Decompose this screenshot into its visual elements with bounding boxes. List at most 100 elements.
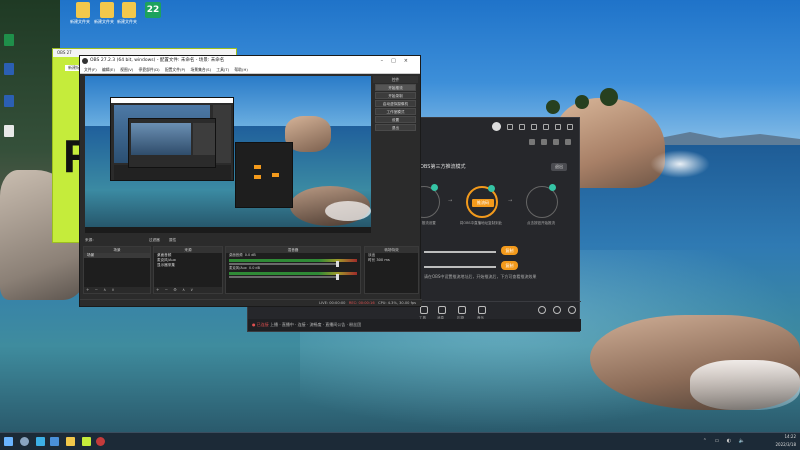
dock-title: 控件 [373,76,418,83]
sources-dock: 来源 桌面音频 麦克风/Aux 显示器采集 + − ⚙ ∧ ∨ [153,246,223,294]
mail-icon[interactable] [507,123,513,130]
dock-actions[interactable]: + − ⚙ ∧ ∨ [154,287,222,293]
search-icon[interactable] [20,437,29,446]
system-clock[interactable]: 14:22 2022/3/18 [775,433,796,449]
obs-window: OBS 27.2.3 (64 bit, windows) - 配置文件: 未命名… [79,55,422,307]
maximize-icon[interactable] [555,123,561,130]
mode-title: OBS第三方推流模式 [420,164,466,170]
start-recording-button[interactable]: 开始录制 [375,92,416,99]
stream-key-button[interactable]: 推流码 [472,199,494,207]
home-icon[interactable] [553,139,559,145]
check-icon [488,185,495,192]
tray-icons[interactable]: ⌃ ▭ ◐ 🔈 [703,438,748,444]
menu-item-edit[interactable]: 编辑(E) [102,67,115,72]
stream-key-field[interactable] [424,266,496,268]
excel-icon[interactable] [4,34,14,46]
volume-slider[interactable] [229,261,339,267]
app-22-taskbar-icon[interactable] [82,437,91,446]
close-icon[interactable] [567,123,573,130]
settings-button[interactable]: 设置 [375,116,416,123]
app-22-icon[interactable]: 22 [145,2,161,18]
menu-icon[interactable] [531,123,537,130]
gift-icon[interactable] [458,306,466,314]
wallpaper-tree [546,100,560,114]
preview-wave [325,201,371,221]
start-streaming-button[interactable]: 开始推流 [375,84,416,91]
wallpaper-tree [575,95,589,109]
wallpaper-surf [690,360,800,410]
folder-icon[interactable] [76,2,90,18]
menu-item-docks[interactable]: 停靠部件(D) [139,67,160,72]
wallpaper-splash [650,150,710,178]
menu-item-help[interactable]: 帮助(H) [234,67,247,72]
transitions-dock: 转场特效 淡出 时长 300 ms [364,246,419,294]
mixer-db: 0.0 dB [244,253,256,257]
clock-time: 14:22 [784,434,796,439]
exit-mode-button[interactable]: 退出 [551,163,567,171]
window-controls[interactable]: –□× [381,56,416,66]
volume-slider[interactable] [229,274,339,280]
copy-key-button[interactable]: 复制 [501,261,518,270]
start-icon[interactable] [4,437,13,446]
menu-item-file[interactable]: 文件(F) [84,67,97,72]
server-url-field[interactable] [424,251,496,253]
filters-tab[interactable]: 过滤器 [149,238,160,243]
step-caption: 将OBS中直播地址复制到此 [459,221,503,225]
scene-item[interactable]: 场景 [84,253,150,258]
source-toolbar: 来源： 过滤器 属性 [83,238,419,245]
avatar[interactable] [492,122,501,131]
nested-obs-preview [128,118,216,168]
copy-url-button[interactable]: 复制 [501,246,518,255]
source-item[interactable]: 显示器采集 [154,263,222,268]
step-3-circle[interactable] [526,184,558,218]
step-2-circle[interactable]: 推流码 [466,185,498,218]
record-icon[interactable] [529,139,535,145]
preview-canvas[interactable] [85,76,371,233]
settings-icon[interactable] [538,306,546,314]
edge-icon[interactable] [36,437,45,446]
file-icon[interactable] [4,125,14,137]
check-icon [431,184,438,191]
dock-actions[interactable]: + − ∧ ∨ [84,287,150,293]
minimize-icon[interactable] [543,123,549,130]
store-icon[interactable] [50,437,59,446]
word-icon[interactable] [4,63,14,75]
info-icon[interactable] [553,306,561,314]
clock-date: 2022/3/18 [775,442,796,447]
tool-icon[interactable] [420,306,428,314]
virtual-camera-button[interactable]: 启动虚拟摄像机 [375,100,416,107]
wallpaper-tree [600,88,618,106]
transition-duration[interactable]: 时长 300 ms [365,258,418,263]
folder-icon[interactable] [100,2,114,18]
arrow-icon: → [448,198,453,204]
bottom-docks: 来源： 过滤器 属性 场景 场景 + − ∧ ∨ 来源 桌面音频 麦克风/Aux… [83,238,419,302]
menu-item-tools[interactable]: 工具(T) [216,67,229,72]
obs-logo-icon [82,58,88,64]
gift-icon[interactable] [519,123,525,130]
studio-mode-button[interactable]: 工作室模式 [375,108,416,115]
obs-title-bar: OBS 27.2.3 (64 bit, windows) - 配置文件: 未命名… [80,56,420,66]
gear-icon[interactable] [568,306,576,314]
word-icon[interactable] [4,95,14,107]
controls-dock: 控件 开始推流 开始录制 启动虚拟摄像机 工作室模式 设置 退出 [373,76,418,236]
message-icon[interactable] [438,306,446,314]
menu-item-profile[interactable]: 配置文件(P) [165,67,185,72]
exit-button[interactable]: 退出 [375,124,416,131]
camera-icon[interactable] [541,139,547,145]
explorer-icon[interactable] [66,437,75,446]
menu-item-view[interactable]: 视图(V) [120,67,133,72]
obs-taskbar-icon[interactable] [96,437,105,446]
desktop-icon-label: 新建文件夹 [94,19,114,24]
menu-item-scene-collection[interactable]: 场景集合(S) [191,67,212,72]
mixer-channel-name: 麦克风/Aux 0.0 dB [229,266,260,270]
source-label: 来源： [85,238,96,242]
music-icon[interactable] [478,306,486,314]
desktop-icon-label: 新建文件夹 [70,19,90,24]
properties-tab[interactable]: 属性 [169,238,176,243]
desktop-icon-label: 新建文件夹 [117,19,137,24]
share-icon[interactable] [565,139,571,145]
rec-timer: REC: 00:00:16 [348,301,375,305]
folder-icon[interactable] [122,2,136,18]
status-text: 上播 · 直播中 · 连接 · 流畅度 · 直播间公告 · 粉丝团 [270,322,362,327]
window-title: OBS 27.2.3 (64 bit, windows) - 配置文件: 未命名… [90,58,225,63]
